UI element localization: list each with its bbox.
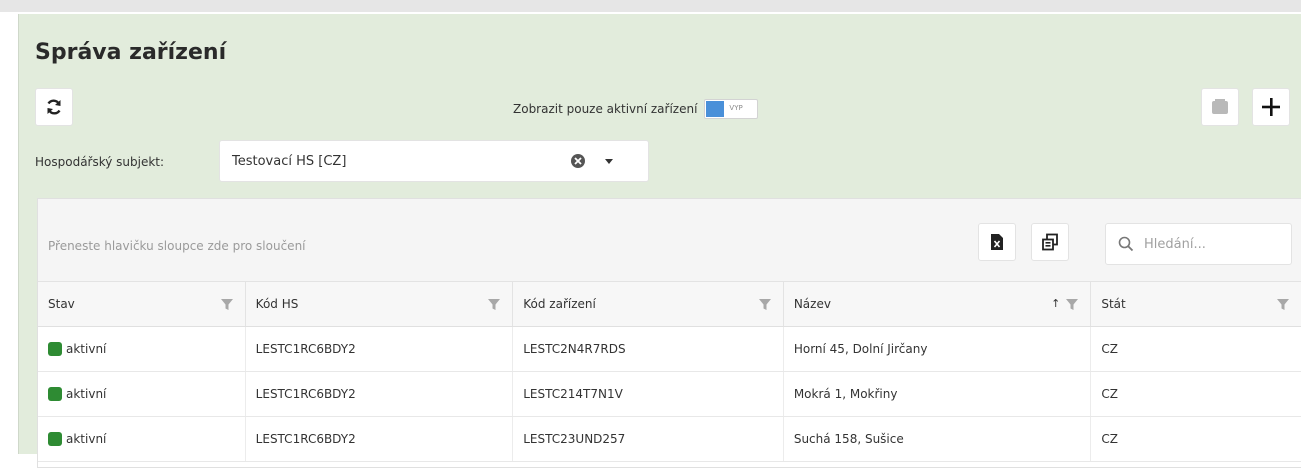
name-cell: Suchá 158, Sušice <box>784 417 1092 461</box>
group-panel[interactable]: Přeneste hlavičku sloupce zde pro slouče… <box>38 199 1301 282</box>
chevron-down-icon[interactable] <box>605 159 613 164</box>
column-header-label: Kód HS <box>255 297 299 311</box>
top-strip <box>0 0 1301 12</box>
sort-ascending-icon: ↑ <box>1051 297 1061 310</box>
plus-icon <box>1262 98 1280 116</box>
filter-icon[interactable] <box>758 299 771 311</box>
excel-icon <box>991 234 1003 250</box>
refresh-button[interactable] <box>35 88 73 126</box>
filter-icon[interactable] <box>220 299 233 311</box>
save-button[interactable] <box>1201 88 1239 126</box>
active-only-toggle[interactable]: VYP <box>704 99 759 119</box>
group-hint: Přeneste hlavičku sloupce zde pro slouče… <box>48 239 306 253</box>
device-code-cell: LESTC2N4R7RDS <box>513 327 784 371</box>
device-code-cell: LESTC23UND257 <box>513 417 784 461</box>
save-icon <box>1212 99 1228 114</box>
column-header-label: Stát <box>1101 297 1126 311</box>
search-box[interactable] <box>1105 223 1292 265</box>
toggle-label: Zobrazit pouze aktivní zařízení <box>513 102 698 116</box>
hs-code-cell: LESTC1RC6BDY2 <box>246 417 514 461</box>
hs-code-cell: LESTC1RC6BDY2 <box>246 372 514 416</box>
status-text: aktivní <box>66 342 107 356</box>
column-header-label: Název <box>793 297 831 311</box>
country-cell: CZ <box>1101 387 1118 401</box>
device-grid: Přeneste hlavičku sloupce zde pro slouče… <box>37 198 1301 468</box>
column-header-kod-hs[interactable]: Kód HS <box>246 282 514 326</box>
filter-icon[interactable] <box>1277 299 1290 311</box>
grid-header: Stav Kód HS Kód zařízení Název ↑ Stát <box>38 282 1301 327</box>
column-header-label: Kód zařízení <box>523 297 596 311</box>
status-cell: aktivní <box>38 327 246 371</box>
table-row[interactable]: aktivní LESTC1RC6BDY2 LESTC23UND257 Such… <box>38 417 1301 462</box>
column-header-nazev[interactable]: Název ↑ <box>784 282 1092 326</box>
filter-icon[interactable] <box>488 299 501 311</box>
search-icon <box>1118 236 1134 252</box>
column-header-label: Stav <box>48 297 75 311</box>
status-cell: aktivní <box>38 417 246 461</box>
filter-icon[interactable] <box>1066 299 1079 311</box>
status-cell: aktivní <box>38 372 246 416</box>
copy-button[interactable] <box>1031 223 1069 261</box>
status-indicator <box>48 432 62 446</box>
table-row[interactable]: aktivní LESTC1RC6BDY2 LESTC214T7N1V Mokr… <box>38 372 1301 417</box>
name-cell: Horní 45, Dolní Jirčany <box>784 327 1092 371</box>
country-cell: CZ <box>1101 342 1118 356</box>
clear-icon[interactable] <box>570 153 586 169</box>
refresh-icon <box>47 99 61 115</box>
subject-dropdown[interactable]: Testovací HS [CZ] <box>219 140 649 182</box>
toggle-knob <box>706 101 725 117</box>
column-header-stav[interactable]: Stav <box>38 282 246 326</box>
device-code-cell: LESTC214T7N1V <box>513 372 784 416</box>
add-button[interactable] <box>1252 88 1290 126</box>
name-cell: Mokrá 1, Mokřiny <box>784 372 1092 416</box>
subject-value: Testovací HS [CZ] <box>232 154 347 169</box>
country-cell: CZ <box>1101 432 1118 446</box>
status-indicator <box>48 342 62 356</box>
export-excel-button[interactable] <box>978 223 1016 261</box>
toggle-state: VYP <box>729 104 743 112</box>
table-row[interactable]: aktivní LESTC1RC6BDY2 LESTC2N4R7RDS Horn… <box>38 327 1301 372</box>
column-header-stat[interactable]: Stát <box>1091 282 1301 326</box>
page-title: Správa zařízení <box>35 40 227 65</box>
hs-code-cell: LESTC1RC6BDY2 <box>246 327 514 371</box>
subject-label: Hospodářský subjekt: <box>35 155 165 169</box>
status-text: aktivní <box>66 432 107 446</box>
status-indicator <box>48 387 62 401</box>
active-only-toggle-row: Zobrazit pouze aktivní zařízení VYP <box>513 99 759 119</box>
device-management-panel: Správa zařízení Zobrazit pouze aktivní z… <box>18 14 1301 468</box>
column-header-kod-zarizeni[interactable]: Kód zařízení <box>513 282 784 326</box>
status-text: aktivní <box>66 387 107 401</box>
copy-icon <box>1042 233 1058 251</box>
search-input[interactable] <box>1142 235 1286 253</box>
